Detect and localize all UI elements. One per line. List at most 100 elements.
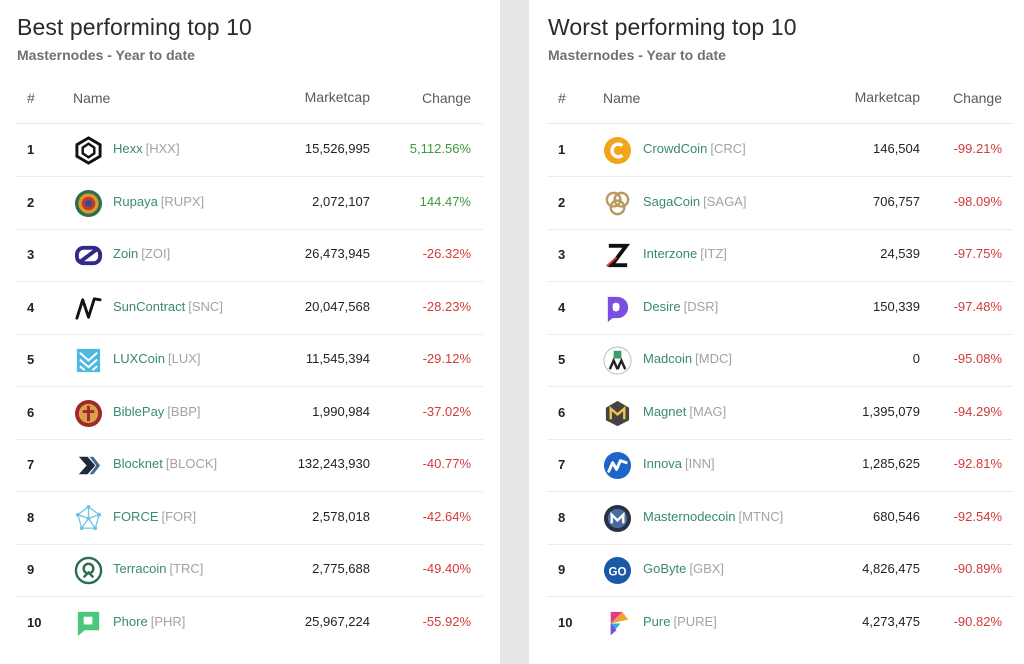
panel-subtitle: Masternodes - Year to date	[548, 47, 726, 63]
coin-symbol: [FOR]	[161, 508, 197, 524]
coin-name-cell: SunContract [SNC]	[113, 299, 223, 314]
coin-link[interactable]: FORCE	[113, 509, 159, 524]
table-row[interactable]: 8 FORCE [FOR] 2,578,018 -42.64%	[16, 492, 483, 544]
coin-link[interactable]: CrowdCoin	[643, 141, 707, 156]
coin-link[interactable]: Masternodecoin	[643, 509, 736, 524]
column-header-change[interactable]: Change	[404, 90, 471, 106]
rank-cell: 9	[27, 562, 35, 577]
coin-name-cell: SagaCoin [SAGA]	[643, 194, 746, 209]
rupaya-icon	[74, 189, 103, 218]
coin-link[interactable]: Terracoin	[113, 561, 166, 576]
coin-name-cell: Interzone [ITZ]	[643, 246, 727, 261]
marketcap-cell: 1,395,079	[862, 403, 920, 419]
suncontract-icon	[74, 294, 103, 323]
change-cell: -94.29%	[953, 403, 1002, 419]
change-cell: -92.54%	[953, 508, 1002, 524]
rank-cell: 8	[558, 509, 566, 525]
coin-link[interactable]: Phore	[113, 614, 148, 629]
desire-icon	[603, 294, 632, 323]
rank-cell: 8	[27, 509, 35, 525]
table-row[interactable]: 9 Terracoin [TRC] 2,775,688 -49.40%	[16, 544, 483, 596]
table-row[interactable]: 1 Hexx [HXX] 15,526,995 5,112.56%	[16, 124, 483, 176]
coin-link[interactable]: Madcoin	[643, 351, 692, 366]
change-cell: -29.12%	[422, 351, 471, 366]
coin-name-cell: FORCE [FOR]	[113, 509, 196, 524]
table-row[interactable]: 4 Desire [DSR] 150,339 -97.48%	[547, 282, 1013, 334]
table-row[interactable]: 9 GO GoByte [GBX] 4,826,475 -90.89%	[547, 544, 1013, 596]
coin-link[interactable]: Magnet	[643, 404, 686, 419]
change-cell: -95.08%	[953, 351, 1002, 366]
magnet-icon	[603, 399, 632, 428]
coin-name-cell: Madcoin [MDC]	[643, 351, 732, 366]
luxcoin-icon	[74, 346, 103, 375]
coin-symbol: [HXX]	[145, 141, 180, 156]
madcoin-icon	[603, 346, 632, 375]
coin-link[interactable]: Interzone	[643, 246, 697, 261]
panel-title: Best performing top 10	[17, 14, 252, 40]
svg-text:GO: GO	[608, 565, 626, 578]
coin-link[interactable]: Zoin	[113, 246, 138, 261]
column-header-marketcap[interactable]: Marketcap	[300, 89, 370, 105]
table-row[interactable]: 2 Rupaya [RUPX] 2,072,107 144.47%	[16, 177, 483, 229]
change-cell: 144.47%	[419, 193, 471, 209]
marketcap-cell: 146,504	[873, 141, 920, 156]
coin-name-cell: Innova [INN]	[643, 456, 715, 471]
coin-symbol: [ITZ]	[700, 246, 727, 261]
table-row[interactable]: 2 SagaCoin [SAGA] 706,757 -98.09%	[547, 177, 1013, 229]
table-row[interactable]: 3 Zoin [ZOI] 26,473,945 -26.32%	[16, 229, 483, 281]
coin-link[interactable]: Rupaya	[113, 194, 158, 209]
table-row[interactable]: 1 CrowdCoin [CRC] 146,504 -99.21%	[547, 124, 1013, 176]
table-row[interactable]: 5 LUXCoin [LUX] 11,545,394 -29.12%	[16, 334, 483, 386]
coin-symbol: [MTNC]	[738, 508, 784, 524]
marketcap-cell: 2,072,107	[312, 193, 370, 209]
coin-name-cell: Terracoin [TRC]	[113, 561, 203, 576]
column-header-rank[interactable]: #	[27, 90, 35, 106]
column-header-name[interactable]: Name	[603, 90, 640, 106]
coin-link[interactable]: LUXCoin	[113, 351, 165, 366]
table-row[interactable]: 5 Madcoin [MDC] 0 -95.08%	[547, 334, 1013, 386]
coin-link[interactable]: SagaCoin	[643, 194, 700, 209]
marketcap-cell: 24,539	[880, 246, 920, 261]
coin-symbol: [BLOCK]	[165, 456, 218, 471]
column-header-change[interactable]: Change	[934, 90, 1002, 106]
coin-link[interactable]: Desire	[643, 299, 681, 314]
table-row[interactable]: 6 Magnet [MAG] 1,395,079 -94.29%	[547, 387, 1013, 439]
coin-symbol: [SNC]	[188, 298, 223, 314]
coin-link[interactable]: Innova	[643, 456, 682, 471]
table-row[interactable]: 3 Interzone [ITZ] 24,539 -97.75%	[547, 229, 1013, 281]
marketcap-cell: 15,526,995	[304, 141, 370, 156]
change-cell: -28.23%	[422, 298, 471, 314]
coin-link[interactable]: Pure	[643, 614, 670, 629]
coin-name-cell: Hexx [HXX]	[113, 141, 180, 156]
sagacoin-icon	[603, 189, 632, 218]
marketcap-cell: 132,243,930	[297, 456, 370, 471]
coin-link[interactable]: SunContract	[113, 299, 185, 314]
table-row[interactable]: 10 Phore [PHR] 25,967,224 -55.92%	[16, 597, 483, 649]
rank-cell: 9	[558, 562, 566, 577]
table-row[interactable]: 6 BiblePay [BBP] 1,990,984 -37.02%	[16, 387, 483, 439]
table-row[interactable]: 10 Pure [PURE] 4,273,475 -90.82%	[547, 597, 1013, 649]
table-row[interactable]: 4 SunContract [SNC] 20,047,568 -28.23%	[16, 282, 483, 334]
coin-name-cell: Pure [PURE]	[643, 614, 717, 629]
column-header-rank[interactable]: #	[558, 90, 566, 106]
change-cell: -97.48%	[953, 298, 1002, 314]
best-performing-panel: Best performing top 10 Masternodes - Yea…	[0, 0, 500, 664]
coin-link[interactable]: Hexx	[113, 141, 143, 156]
gobyte-icon: GO	[603, 556, 632, 585]
coin-symbol: [TRC]	[169, 561, 204, 576]
rank-cell: 4	[27, 299, 35, 315]
zoin-icon	[74, 241, 103, 270]
change-cell: -37.02%	[422, 403, 471, 419]
marketcap-cell: 2,775,688	[312, 561, 370, 576]
coin-link[interactable]: Blocknet	[113, 456, 163, 471]
marketcap-cell: 4,826,475	[862, 561, 920, 576]
table-row[interactable]: 8 Masternodecoin [MTNC] 680,546 -92.54%	[547, 492, 1013, 544]
coin-symbol: [CRC]	[710, 141, 746, 156]
coin-link[interactable]: GoByte	[643, 561, 686, 576]
column-header-name[interactable]: Name	[73, 90, 110, 106]
table-row[interactable]: 7 Blocknet [BLOCK] 132,243,930 -40.77%	[16, 439, 483, 491]
column-header-marketcap[interactable]: Marketcap	[849, 89, 920, 105]
table-row[interactable]: 7 Innova [INN] 1,285,625 -92.81%	[547, 439, 1013, 491]
coin-link[interactable]: BiblePay	[113, 404, 164, 419]
coin-symbol: [MDC]	[695, 351, 732, 366]
